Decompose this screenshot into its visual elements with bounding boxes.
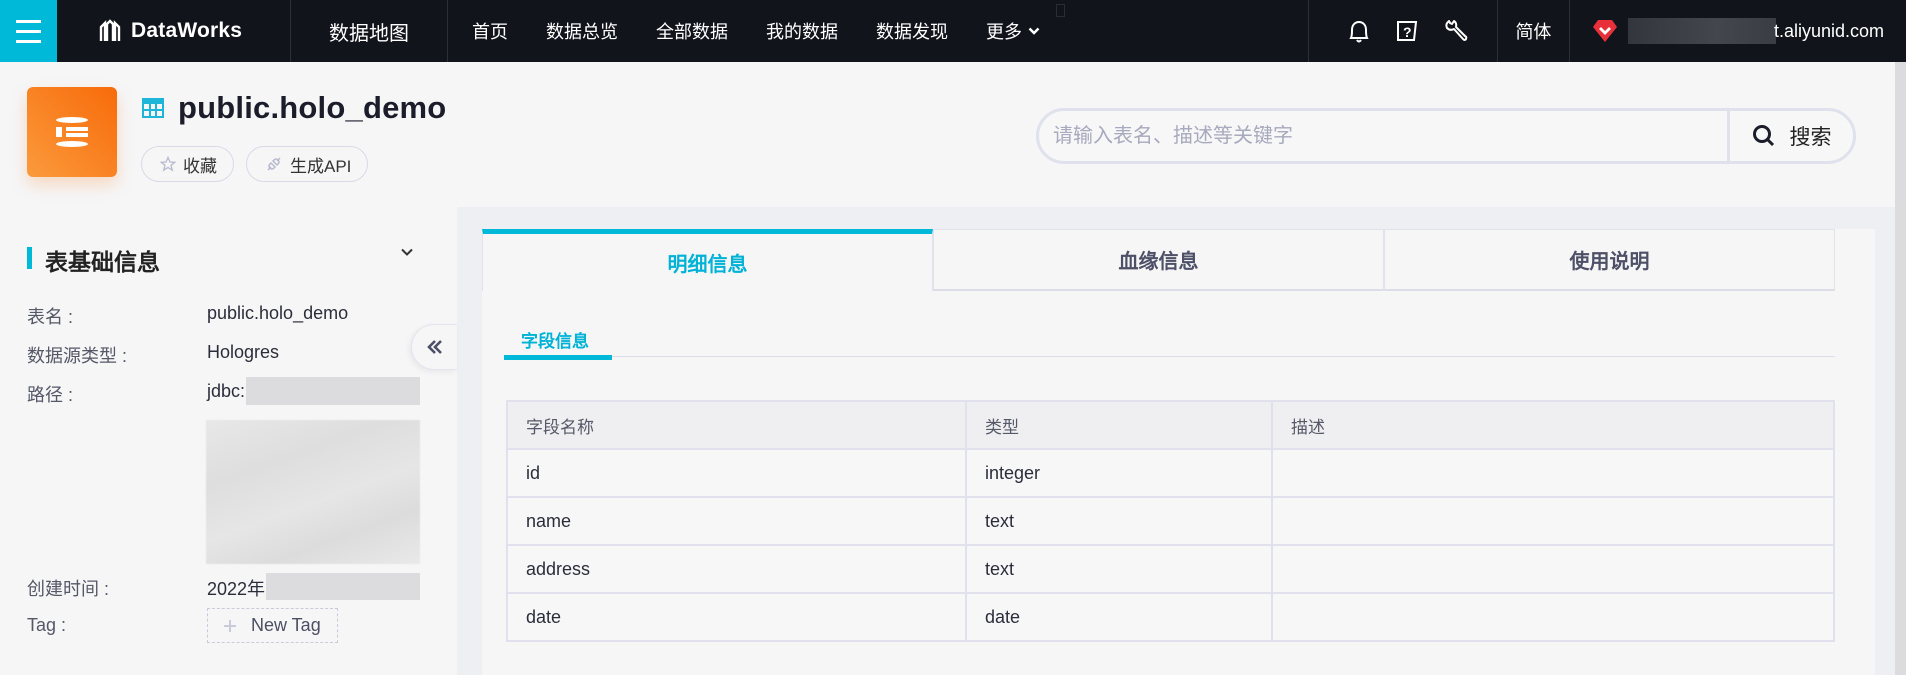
search-button-label: 搜索 bbox=[1789, 126, 1832, 149]
user-account[interactable]: t.aliyunid.com bbox=[1570, 0, 1906, 62]
nav-data-discovery[interactable]: 数据发现 bbox=[856, 18, 966, 44]
brand-logo[interactable]: DataWorks bbox=[57, 0, 291, 62]
field-label-path: 路径 : bbox=[27, 385, 74, 405]
tab-lineage[interactable]: 血缘信息 bbox=[933, 229, 1384, 291]
field-label-created-time: 创建时间 : bbox=[27, 579, 110, 599]
cell-type: text bbox=[965, 496, 1273, 546]
section-accent-bar bbox=[27, 247, 32, 269]
new-tag-label: New Tag bbox=[251, 615, 321, 635]
placeholder-glyph bbox=[1056, 4, 1065, 17]
hamburger-menu-button[interactable] bbox=[0, 0, 57, 62]
favorite-label: 收藏 bbox=[183, 156, 217, 176]
bell-icon[interactable] bbox=[1347, 18, 1371, 44]
nav-more[interactable]: 更多 bbox=[966, 18, 1058, 44]
search-button[interactable]: 搜索 bbox=[1727, 111, 1853, 161]
detail-panel: 明细信息 血缘信息 使用说明 字段信息 字段名称 类型 描述 id intege… bbox=[482, 229, 1875, 675]
cell-description bbox=[1271, 544, 1835, 594]
subtab-divider bbox=[504, 356, 1835, 357]
column-header-field-name: 字段名称 bbox=[506, 400, 967, 450]
chevron-down-icon bbox=[1028, 27, 1040, 35]
table-row: name text bbox=[506, 496, 1835, 546]
tab-usage[interactable]: 使用说明 bbox=[1384, 229, 1835, 291]
search-icon bbox=[1752, 125, 1774, 147]
hologres-icon bbox=[56, 117, 88, 147]
table-icon bbox=[142, 98, 164, 118]
cell-field-name: address bbox=[506, 544, 967, 594]
subtab-field-info[interactable]: 字段信息 bbox=[504, 327, 606, 352]
field-label-tag: Tag : bbox=[27, 615, 67, 635]
column-header-description: 描述 bbox=[1271, 400, 1835, 450]
hamburger-icon-line bbox=[16, 39, 41, 43]
svg-text:?: ? bbox=[1403, 24, 1412, 40]
column-header-type: 类型 bbox=[965, 400, 1273, 450]
help-icon[interactable]: ? bbox=[1395, 18, 1419, 44]
language-switch[interactable]: 简体 bbox=[1498, 0, 1570, 62]
title-row: public.holo_demo bbox=[142, 90, 446, 126]
module-title[interactable]: 数据地图 bbox=[291, 0, 448, 62]
hamburger-icon bbox=[16, 19, 41, 23]
table-row: date date bbox=[506, 592, 1835, 642]
nav-all-data[interactable]: 全部数据 bbox=[636, 18, 746, 44]
detail-tabs: 明细信息 血缘信息 使用说明 bbox=[482, 229, 1835, 291]
user-badge-icon bbox=[1592, 20, 1617, 42]
cell-field-name: date bbox=[506, 592, 967, 642]
cell-type: date bbox=[965, 592, 1273, 642]
cell-field-name: id bbox=[506, 448, 967, 498]
chevron-down-icon[interactable] bbox=[400, 247, 414, 257]
redacted-created-time bbox=[266, 573, 420, 600]
nav-data-overview[interactable]: 数据总览 bbox=[526, 18, 636, 44]
hologres-logo bbox=[27, 87, 117, 177]
field-value-datasource-type: Hologres bbox=[207, 342, 280, 362]
new-tag-button[interactable]: New Tag bbox=[207, 608, 338, 643]
brand-name: DataWorks bbox=[131, 19, 243, 42]
redacted-path-continuation bbox=[206, 420, 420, 564]
field-value-table-name: public.holo_demo bbox=[207, 303, 349, 323]
wrench-icon[interactable] bbox=[1443, 18, 1469, 44]
subtab-active-indicator bbox=[504, 355, 612, 360]
table-row: id integer bbox=[506, 448, 1835, 498]
search-bar: 搜索 bbox=[1036, 108, 1856, 164]
field-value-created-time: 2022年 bbox=[207, 579, 266, 599]
main-nav: 首页 数据总览 全部数据 我的数据 数据发现 更多 bbox=[448, 0, 1058, 62]
table-header-row: 字段名称 类型 描述 bbox=[506, 400, 1835, 450]
user-domain: t.aliyunid.com bbox=[1773, 20, 1884, 41]
cell-description bbox=[1271, 448, 1835, 498]
cell-description bbox=[1271, 592, 1835, 642]
plus-icon bbox=[224, 619, 236, 632]
collapse-sidebar-button[interactable] bbox=[411, 324, 457, 370]
nav-my-data[interactable]: 我的数据 bbox=[746, 18, 856, 44]
section-title: 表基础信息 bbox=[45, 249, 160, 275]
favorite-button[interactable]: 收藏 bbox=[141, 146, 234, 182]
table-row: address text bbox=[506, 544, 1835, 594]
table-header: public.holo_demo 收藏 生成API 搜索 bbox=[0, 62, 1895, 207]
cell-type: integer bbox=[965, 448, 1273, 498]
cell-type: text bbox=[965, 544, 1273, 594]
redacted-username bbox=[1627, 18, 1776, 44]
tool-icons: ? bbox=[1307, 0, 1498, 62]
nav-home[interactable]: 首页 bbox=[450, 18, 526, 44]
link-icon bbox=[267, 157, 281, 171]
hamburger-icon-line bbox=[16, 29, 41, 33]
field-value-path: jdbc: bbox=[207, 381, 246, 401]
cell-field-name: name bbox=[506, 496, 967, 546]
generate-api-label: 生成API bbox=[290, 156, 352, 176]
field-label-datasource-type: 数据源类型 : bbox=[27, 346, 128, 366]
field-label-table-name: 表名 : bbox=[27, 307, 74, 327]
action-buttons: 收藏 生成API bbox=[141, 146, 369, 182]
page-title: public.holo_demo bbox=[178, 90, 447, 125]
fields-table: 字段名称 类型 描述 id integer name text address … bbox=[506, 400, 1835, 642]
generate-api-button[interactable]: 生成API bbox=[246, 146, 369, 182]
top-navigation-bar: DataWorks 数据地图 首页 数据总览 全部数据 我的数据 数据发现 更多… bbox=[0, 0, 1906, 62]
star-icon bbox=[160, 156, 176, 172]
cell-description bbox=[1271, 496, 1835, 546]
page-scrollbar[interactable] bbox=[1895, 62, 1906, 675]
top-right-tools: ? 简体 t.aliyunid.com bbox=[1307, 0, 1906, 62]
double-chevron-left-icon bbox=[426, 340, 442, 354]
table-basic-info-panel: 表基础信息 表名 : public.holo_demo 数据源类型 : Holo… bbox=[0, 207, 457, 675]
nav-more-label: 更多 bbox=[986, 22, 1022, 42]
search-input[interactable] bbox=[1039, 111, 1727, 161]
redacted-path bbox=[246, 377, 420, 405]
tab-details[interactable]: 明细信息 bbox=[482, 229, 933, 291]
dataworks-logo-icon bbox=[99, 19, 121, 41]
